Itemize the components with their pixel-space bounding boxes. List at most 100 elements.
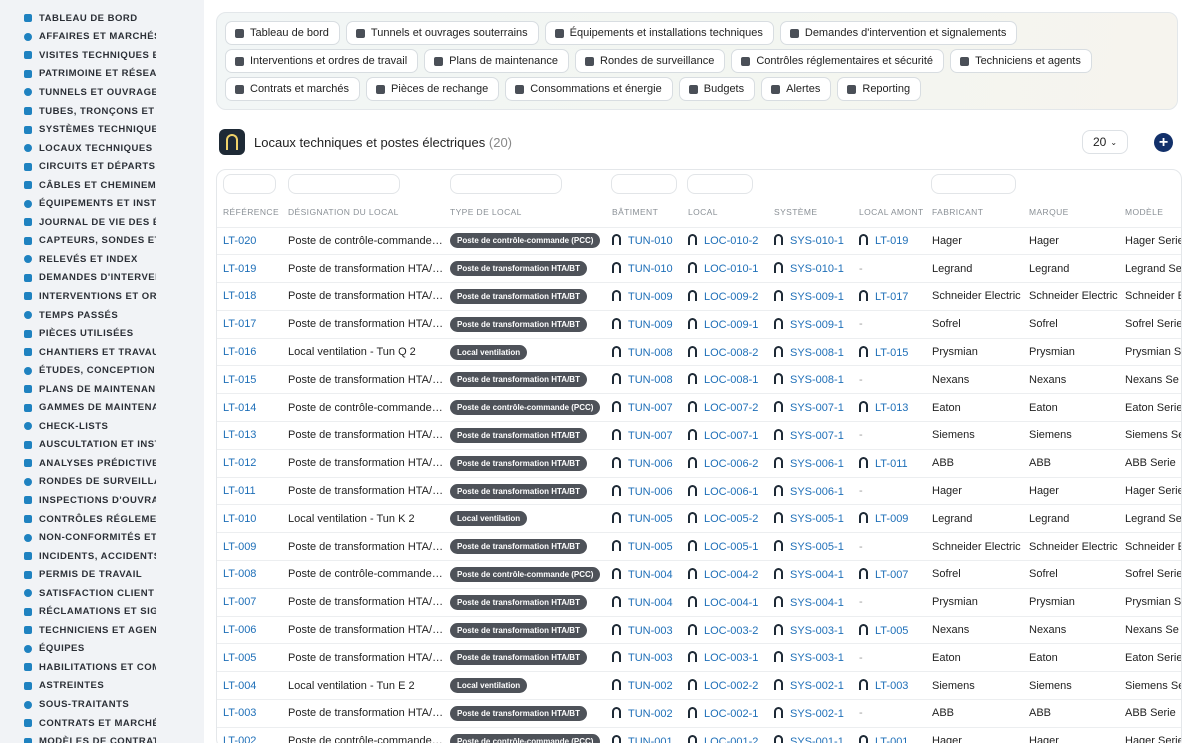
related-link[interactable]: LT-005 — [875, 625, 908, 637]
related-link[interactable]: LOC-010-1 — [704, 263, 758, 275]
related-link[interactable]: LOC-007-1 — [704, 430, 758, 442]
table-row[interactable]: LT-010 Local ventilation - Tun K 2 Local v… — [217, 504, 1181, 533]
related-link[interactable]: LOC-010-2 — [704, 235, 758, 247]
module-button[interactable]: Budgets — [678, 77, 756, 101]
sidebar-item[interactable]: TECHNICIENS ET AGENTS — [24, 621, 156, 640]
sidebar-item[interactable]: SYSTÈMES TECHNIQUES — [24, 120, 156, 139]
module-button[interactable]: Tunnels et ouvrages souterrains — [345, 21, 539, 45]
sidebar-item[interactable]: INCIDENTS, ACCIDENTS E — [24, 547, 156, 566]
column-header[interactable]: MARQUE — [1023, 198, 1119, 227]
sidebar-item[interactable]: AUSCULTATION ET INSTR — [24, 436, 156, 455]
column-header[interactable]: RÉFÉRENCE — [217, 198, 282, 227]
sidebar-item[interactable]: DEMANDES D'INTERVENT — [24, 269, 156, 288]
table-row[interactable]: LT-014 Poste de contrôle-commande… Poste d… — [217, 393, 1181, 422]
sidebar-item[interactable]: ÉQUIPES — [24, 640, 156, 659]
sidebar-item[interactable]: CHANTIERS ET TRAVAUX — [24, 343, 156, 362]
related-link[interactable]: LT-019 — [875, 235, 908, 247]
related-link[interactable]: SYS-010-1 — [790, 235, 844, 247]
sidebar-item[interactable]: RONDES DE SURVEILLAN — [24, 473, 156, 492]
related-link[interactable]: TUN-003 — [628, 625, 673, 637]
related-link[interactable]: SYS-002-1 — [790, 708, 844, 720]
reference-link[interactable]: LT-012 — [223, 457, 256, 469]
sidebar-item[interactable]: TUBES, TRONÇONS ET ZC — [24, 102, 156, 121]
related-link[interactable]: LOC-008-1 — [704, 374, 758, 386]
related-link[interactable]: SYS-006-1 — [790, 486, 844, 498]
reference-link[interactable]: LT-020 — [223, 235, 256, 247]
column-header[interactable]: BÂTIMENT — [606, 198, 682, 227]
sidebar-item[interactable]: CAPTEURS, SONDES ET C — [24, 232, 156, 251]
reference-link[interactable]: LT-017 — [223, 318, 256, 330]
module-button[interactable]: Contrats et marchés — [225, 77, 361, 101]
sidebar-item[interactable]: TEMPS PASSÉS — [24, 306, 156, 325]
table-row[interactable]: LT-006 Poste de transformation HTA/… Poste… — [217, 615, 1181, 644]
reference-link[interactable]: LT-014 — [223, 402, 256, 414]
module-button[interactable]: Tableau de bord — [225, 21, 340, 45]
related-link[interactable]: TUN-004 — [628, 597, 673, 609]
related-link[interactable]: TUN-006 — [628, 486, 673, 498]
sidebar-item[interactable]: AFFAIRES ET MARCHÉS — [24, 28, 156, 47]
module-button[interactable]: Alertes — [761, 77, 832, 101]
module-button[interactable]: Reporting — [837, 77, 922, 101]
sidebar-item[interactable]: ÉTUDES, CONCEPTION ET — [24, 361, 156, 380]
module-button[interactable]: Interventions et ordres de travail — [225, 49, 419, 73]
sidebar-item[interactable]: JOURNAL DE VIE DES ÉQ — [24, 213, 156, 232]
related-link[interactable]: LOC-008-2 — [704, 347, 758, 359]
related-link[interactable]: TUN-008 — [628, 374, 673, 386]
column-header[interactable]: DÉSIGNATION DU LOCAL — [282, 198, 444, 227]
table-row[interactable]: LT-013 Poste de transformation HTA/… Poste… — [217, 421, 1181, 450]
related-link[interactable]: TUN-007 — [628, 402, 673, 414]
sidebar-item[interactable]: SATISFACTION CLIENT — [24, 584, 156, 603]
module-button[interactable]: Techniciens et agents — [950, 49, 1092, 73]
sidebar-item[interactable]: GAMMES DE MAINTENAN — [24, 398, 156, 417]
related-link[interactable]: SYS-003-1 — [790, 652, 844, 664]
table-row[interactable]: LT-002 Poste de contrôle-commande… Poste d… — [217, 726, 1181, 743]
sidebar-item[interactable]: RÉCLAMATIONS ET SIGN — [24, 603, 156, 622]
filter-fabricant[interactable] — [931, 174, 1016, 194]
reference-link[interactable]: LT-016 — [223, 346, 256, 358]
sidebar-item[interactable]: PLANS DE MAINTENANCE — [24, 380, 156, 399]
related-link[interactable]: SYS-010-1 — [790, 263, 844, 275]
sidebar-item[interactable]: TABLEAU DE BORD — [24, 9, 156, 28]
related-link[interactable]: TUN-008 — [628, 347, 673, 359]
sidebar-item[interactable]: HABILITATIONS ET COMP — [24, 658, 156, 677]
related-link[interactable]: SYS-002-1 — [790, 680, 844, 692]
table-row[interactable]: LT-020 Poste de contrôle-commande… Poste d… — [217, 226, 1181, 255]
reference-link[interactable]: LT-005 — [223, 652, 256, 664]
related-link[interactable]: LT-009 — [875, 513, 908, 525]
related-link[interactable]: SYS-009-1 — [790, 291, 844, 303]
sidebar-item[interactable]: PERMIS DE TRAVAIL — [24, 565, 156, 584]
table-row[interactable]: LT-018 Poste de transformation HTA/… Poste… — [217, 282, 1181, 311]
related-link[interactable]: LOC-004-2 — [704, 569, 758, 581]
reference-link[interactable]: LT-015 — [223, 374, 256, 386]
table-row[interactable]: LT-017 Poste de transformation HTA/… Poste… — [217, 309, 1181, 339]
table-row[interactable]: LT-009 Poste de transformation HTA/… Poste… — [217, 532, 1181, 561]
related-link[interactable]: SYS-008-1 — [790, 347, 844, 359]
related-link[interactable]: SYS-005-1 — [790, 513, 844, 525]
filter-local[interactable] — [687, 174, 753, 194]
sidebar-item[interactable]: VISITES TECHNIQUES ET — [24, 46, 156, 65]
module-button[interactable]: Consommations et énergie — [505, 77, 673, 101]
module-button[interactable]: Plans de maintenance — [424, 49, 569, 73]
reference-link[interactable]: LT-013 — [223, 429, 256, 441]
sidebar-item[interactable]: ÉQUIPEMENTS ET INSTAL — [24, 194, 156, 213]
related-link[interactable]: LOC-007-2 — [704, 402, 758, 414]
related-link[interactable]: LT-003 — [875, 680, 908, 692]
add-record-button[interactable]: + — [1154, 133, 1173, 152]
related-link[interactable]: TUN-002 — [628, 708, 673, 720]
page-size-select[interactable]: 20 ⌄ — [1082, 130, 1128, 154]
related-link[interactable]: SYS-001-1 — [790, 736, 844, 743]
related-link[interactable]: LT-015 — [875, 347, 908, 359]
sidebar-item[interactable]: ANALYSES PRÉDICTIVES — [24, 454, 156, 473]
module-button[interactable]: Contrôles réglementaires et sécurité — [731, 49, 945, 73]
related-link[interactable]: TUN-006 — [628, 458, 673, 470]
related-link[interactable]: LOC-002-1 — [704, 708, 758, 720]
related-link[interactable]: SYS-004-1 — [790, 597, 844, 609]
table-row[interactable]: LT-015 Poste de transformation HTA/… Poste… — [217, 365, 1181, 394]
table-row[interactable]: LT-004 Local ventilation - Tun E 2 Local v… — [217, 671, 1181, 700]
reference-link[interactable]: LT-010 — [223, 513, 256, 525]
sidebar-item[interactable]: CÂBLES ET CHEMINEMEN — [24, 176, 156, 195]
related-link[interactable]: TUN-009 — [628, 291, 673, 303]
sidebar-item[interactable]: PIÈCES UTILISÉES — [24, 324, 156, 343]
reference-link[interactable]: LT-019 — [223, 263, 256, 275]
sidebar-item[interactable]: INSPECTIONS D'OUVRAG — [24, 491, 156, 510]
